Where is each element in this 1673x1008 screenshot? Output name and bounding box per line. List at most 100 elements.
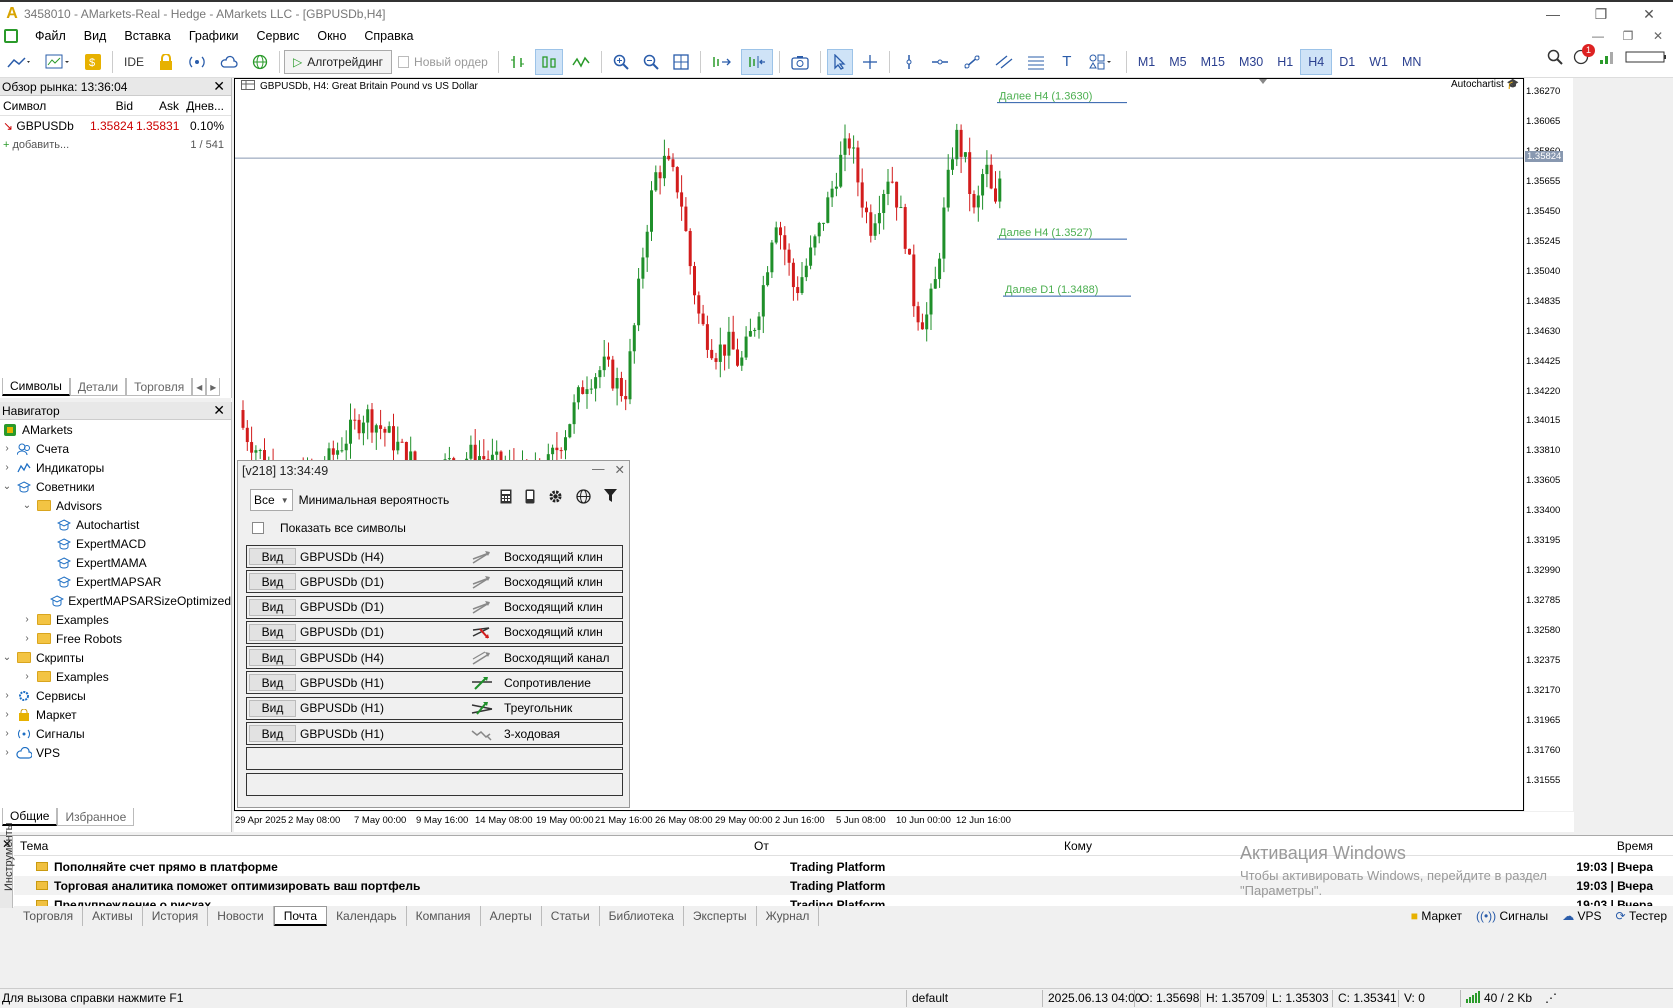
pattern-row[interactable]: Вид GBPUSDb (D1) Восходящий клин xyxy=(246,595,623,619)
timeframe-m30[interactable]: M30 xyxy=(1232,49,1270,75)
tile-windows-icon[interactable] xyxy=(668,49,694,75)
mdi-restore-icon[interactable]: ❐ xyxy=(1613,29,1643,43)
toolbox-tab[interactable]: Журнал xyxy=(757,906,820,926)
chart-type-icon[interactable] xyxy=(2,49,36,75)
screenshot-icon[interactable] xyxy=(786,49,814,75)
chart-window-icon[interactable] xyxy=(4,29,18,43)
minimize-icon[interactable]: — xyxy=(1529,2,1577,26)
col-symbol[interactable]: Символ xyxy=(0,99,90,113)
timeframe-m1[interactable]: M1 xyxy=(1131,49,1162,75)
globe-icon[interactable] xyxy=(247,49,273,75)
col-from[interactable]: От xyxy=(754,839,1064,853)
nav-item[interactable]: › Examples xyxy=(0,610,231,629)
collapsed-chevron-icon[interactable]: › xyxy=(2,709,12,720)
panel-minimize-icon[interactable]: — xyxy=(592,462,605,477)
nav-root[interactable]: AMarkets xyxy=(0,420,231,439)
menu-file[interactable]: Файл xyxy=(26,29,75,43)
chart-shift-icon[interactable] xyxy=(740,48,773,75)
collapsed-chevron-icon[interactable]: › xyxy=(2,462,12,473)
zoom-out-icon[interactable] xyxy=(638,49,664,75)
tab-favorites[interactable]: Избранное xyxy=(57,808,135,826)
view-button[interactable]: Вид xyxy=(249,573,296,591)
nav-item[interactable]: › Сигналы xyxy=(0,724,231,743)
menu-charts[interactable]: Графики xyxy=(180,29,248,43)
shapes-icon[interactable] xyxy=(1084,49,1120,75)
collapsed-chevron-icon[interactable]: › xyxy=(2,443,12,454)
autoscroll-icon[interactable] xyxy=(707,49,737,75)
table-row[interactable]: ↘ GBPUSDb 1.35824 1.35831 0.10% xyxy=(0,116,231,136)
signal-strength-icon[interactable] xyxy=(1599,49,1615,68)
vertical-line-icon[interactable] xyxy=(896,49,922,75)
templates-icon[interactable] xyxy=(40,49,76,75)
col-to[interactable]: Кому xyxy=(1064,839,1364,853)
timeframe-w1[interactable]: W1 xyxy=(1362,49,1395,75)
view-button[interactable]: Вид xyxy=(249,548,296,565)
nav-item[interactable]: › VPS xyxy=(0,743,231,762)
timeframe-h1[interactable]: H1 xyxy=(1270,49,1300,75)
nav-item[interactable]: ExpertMAPSARSizeOptimized xyxy=(0,591,231,610)
toolbox-tab[interactable]: Компания xyxy=(407,906,481,926)
toolbox-tab[interactable]: Почта xyxy=(273,906,328,926)
new-order-button[interactable]: Новый ордер xyxy=(392,55,494,69)
nav-item[interactable]: › Счета xyxy=(0,439,231,458)
toolbox-tab[interactable]: Активы xyxy=(83,906,143,926)
tab-symbols[interactable]: Символы xyxy=(2,378,70,396)
close-icon[interactable]: ✕ xyxy=(1625,2,1673,26)
tab-trading[interactable]: Торговля xyxy=(126,378,193,396)
deposit-icon[interactable]: $ xyxy=(80,49,106,75)
market-watch-close-icon[interactable]: ✕ xyxy=(213,78,225,95)
search-icon[interactable] xyxy=(1547,49,1563,68)
view-button[interactable]: Вид xyxy=(249,699,296,717)
collapsed-chevron-icon[interactable]: › xyxy=(2,728,12,739)
toolbox-tab[interactable]: Новости xyxy=(208,906,274,926)
col-time[interactable]: Время xyxy=(1617,839,1653,853)
tab-scroll-right-icon[interactable]: ▸ xyxy=(206,378,221,396)
notifications-icon[interactable]: 1 xyxy=(1573,44,1595,68)
calculator-icon[interactable] xyxy=(500,489,512,507)
expanded-chevron-icon[interactable]: ⌄ xyxy=(22,500,32,511)
zoom-in-icon[interactable] xyxy=(608,49,634,75)
view-button[interactable]: Вид xyxy=(249,623,296,641)
collapsed-chevron-icon[interactable]: › xyxy=(22,633,32,644)
signals-toolbar-icon[interactable] xyxy=(183,49,211,75)
crosshair-icon[interactable] xyxy=(857,49,883,75)
nav-item[interactable]: › Examples xyxy=(0,667,231,686)
timeframe-mn[interactable]: MN xyxy=(1395,49,1428,75)
pattern-row[interactable]: Вид GBPUSDb (H4) Восходящий канал xyxy=(246,646,623,670)
profile-name[interactable]: default xyxy=(912,991,948,1005)
menu-tools[interactable]: Сервис xyxy=(248,29,309,43)
line-chart-icon[interactable] xyxy=(567,49,595,75)
nav-item[interactable]: › Сервисы xyxy=(0,686,231,705)
bar-chart-icon[interactable] xyxy=(505,49,531,75)
nav-item[interactable]: ⌄ Советники xyxy=(0,477,231,496)
col-ask[interactable]: Ask xyxy=(136,99,182,113)
mobile-icon[interactable] xyxy=(525,489,535,507)
battery-icon[interactable] xyxy=(1625,50,1667,67)
restore-icon[interactable]: ❐ xyxy=(1577,2,1625,26)
add-symbol-row[interactable]: + добавить... 1 / 541 xyxy=(0,136,231,154)
nav-item[interactable]: ExpertMACD xyxy=(0,534,231,553)
text-tool-icon[interactable]: T xyxy=(1054,49,1080,75)
nav-item[interactable]: Autochartist xyxy=(0,515,231,534)
pattern-row[interactable]: Вид GBPUSDb (H1) 3-ходовая xyxy=(246,722,623,746)
view-button[interactable]: Вид xyxy=(249,725,296,743)
col-bid[interactable]: Bid xyxy=(90,99,136,113)
pattern-row[interactable]: Вид GBPUSDb (H1) Сопротивление xyxy=(246,671,623,695)
panel-close-icon[interactable]: ✕ xyxy=(615,462,625,477)
tab-scroll-left-icon[interactable]: ◂ xyxy=(192,378,207,396)
fibonacci-icon[interactable] xyxy=(1022,49,1050,75)
cursor-icon[interactable] xyxy=(826,48,853,75)
nav-item[interactable]: ExpertMAPSAR xyxy=(0,572,231,591)
mdi-close-icon[interactable]: ✕ xyxy=(1643,29,1673,43)
nav-item[interactable]: › Free Robots xyxy=(0,629,231,648)
view-button[interactable]: Вид xyxy=(249,598,296,616)
resize-grip-icon[interactable]: ⋰ xyxy=(1545,991,1557,1005)
collapsed-chevron-icon[interactable]: › xyxy=(2,690,12,701)
timeframe-d1[interactable]: D1 xyxy=(1332,49,1362,75)
tester-link[interactable]: ⟳ Тестер xyxy=(1616,909,1667,923)
nav-item[interactable]: ⌄ Скрипты xyxy=(0,648,231,667)
nav-item[interactable]: ⌄ Advisors xyxy=(0,496,231,515)
trendline-icon[interactable] xyxy=(958,49,986,75)
toolbox-tab[interactable]: Календарь xyxy=(327,906,407,926)
col-subject[interactable]: Тема xyxy=(14,839,754,853)
